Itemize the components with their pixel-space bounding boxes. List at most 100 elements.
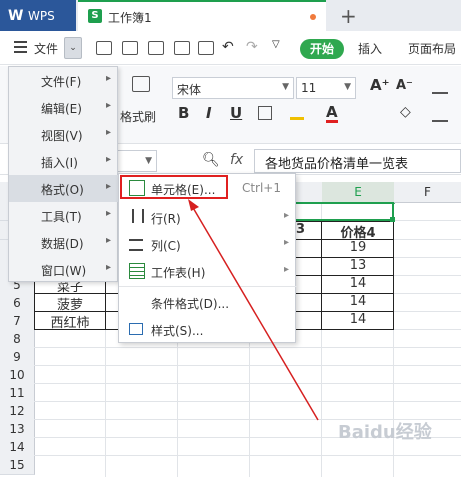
shortcut-label: Ctrl+1 <box>241 181 281 195</box>
align-middle-icon[interactable] <box>432 108 448 122</box>
font-size-value: 11 <box>301 81 317 95</box>
formula-content: 各地货品价格清单一览表 <box>265 157 409 172</box>
row-header[interactable]: 10 <box>0 366 35 385</box>
file-dropdown-button[interactable]: ⌄ <box>64 37 82 59</box>
chevron-right-icon: ▸ <box>105 154 111 165</box>
gridline <box>34 455 461 456</box>
export-pdf-icon[interactable] <box>148 41 164 55</box>
cell-a6[interactable]: 菠萝 <box>34 294 106 313</box>
menu-item-window[interactable]: 窗口(W) ▸ <box>9 256 119 283</box>
decrease-font-icon[interactable]: A⁻ <box>396 78 413 93</box>
open-folder-icon[interactable] <box>96 41 112 55</box>
customize-toolbar-icon[interactable]: ▽ <box>272 39 280 50</box>
clear-format-icon[interactable]: ◇ <box>400 104 411 120</box>
chevron-right-icon: ▸ <box>105 262 111 273</box>
cell-e5[interactable]: 13 <box>322 258 394 273</box>
row-header[interactable]: 12 <box>0 402 35 421</box>
menu-item-tools[interactable]: 工具(T) ▸ <box>9 202 119 229</box>
submenu-item-conditional-format[interactable]: 条件格式(D)... <box>119 288 297 315</box>
redo-icon[interactable]: ↷ <box>246 39 258 55</box>
submenu-item-style[interactable]: 样式(S)... <box>119 315 297 342</box>
column-header-f[interactable]: F <box>394 182 461 203</box>
menu-item-file[interactable]: 文件(F) ▸ <box>9 67 119 94</box>
menu-item-edit[interactable]: 编辑(E) ▸ <box>9 94 119 121</box>
cell-e7[interactable]: 14 <box>322 294 394 309</box>
function-icon[interactable]: fx <box>230 152 243 168</box>
unsaved-dot-icon <box>310 14 316 20</box>
submenu-item-label: 工作表(H) <box>151 266 206 280</box>
align-top-icon[interactable] <box>432 80 448 94</box>
row-header[interactable]: 15 <box>0 456 35 475</box>
menu-bar: 文件 ⌄ ↶ ↷ ▽ 开始 插入 页面布局 <box>0 31 461 65</box>
document-tab[interactable]: S 工作簿1 <box>78 0 326 31</box>
row-header[interactable]: 11 <box>0 384 35 403</box>
worksheet-icon <box>129 263 145 279</box>
row-header[interactable]: 6 <box>0 294 35 313</box>
menu-item-view[interactable]: 视图(V) ▸ <box>9 121 119 148</box>
menu-item-label: 文件(F) <box>41 75 82 89</box>
menu-item-label: 视图(V) <box>41 129 83 143</box>
submenu-item-label: 样式(S)... <box>151 324 204 338</box>
formula-input[interactable]: 各地货品价格清单一览表 <box>254 149 461 173</box>
print-preview-icon[interactable] <box>198 41 214 55</box>
tab-insert[interactable]: 插入 <box>358 40 382 57</box>
submenu-item-row[interactable]: 行(R) ▸ <box>119 203 297 230</box>
chevron-right-icon: ▸ <box>105 208 111 219</box>
gridline <box>34 365 461 366</box>
wps-home-tab[interactable]: W WPS <box>0 0 76 31</box>
chevron-down-icon: ▼ <box>282 82 289 92</box>
document-title: 工作簿1 <box>108 11 152 25</box>
row-header[interactable]: 9 <box>0 348 35 367</box>
file-menu[interactable]: 文件 <box>34 40 58 57</box>
column-header-e[interactable]: E <box>322 182 395 204</box>
row-header[interactable]: 14 <box>0 438 35 457</box>
cell-e8[interactable]: 14 <box>322 312 394 327</box>
new-tab-button[interactable]: + <box>340 4 357 28</box>
increase-font-icon[interactable]: A⁺ <box>370 76 390 94</box>
font-name-select[interactable]: 宋体 ▼ <box>172 77 294 99</box>
menu-item-format[interactable]: 格式(O) ▸ <box>9 175 119 202</box>
chevron-right-icon: ▸ <box>283 264 289 275</box>
wps-logo-icon: W <box>8 8 24 24</box>
submenu-item-column[interactable]: 列(C) ▸ <box>119 230 297 257</box>
save-icon[interactable] <box>122 41 138 55</box>
tab-page-layout[interactable]: 页面布局 <box>408 40 456 57</box>
cell-e4[interactable]: 19 <box>322 240 394 255</box>
cell-e6[interactable]: 14 <box>322 276 394 291</box>
cell-a7[interactable]: 西红柿 <box>34 312 106 331</box>
font-name-value: 宋体 <box>177 83 202 97</box>
italic-button[interactable]: I <box>206 104 212 122</box>
gridline <box>34 347 461 348</box>
hamburger-menu-icon[interactable] <box>14 41 27 56</box>
wps-label: WPS <box>28 9 55 23</box>
font-size-select[interactable]: 11 ▼ <box>296 77 356 99</box>
submenu-item-worksheet[interactable]: 工作表(H) ▸ <box>119 257 297 284</box>
fill-handle[interactable] <box>390 217 395 222</box>
cell-d3-partial[interactable]: 3 <box>296 222 305 237</box>
undo-icon[interactable]: ↶ <box>222 39 234 55</box>
fill-color-icon[interactable] <box>290 106 304 120</box>
zoom-search-icon[interactable]: 🔍︎ <box>202 152 220 168</box>
format-painter-icon[interactable] <box>132 76 150 92</box>
menu-item-insert[interactable]: 插入(I) ▸ <box>9 148 119 175</box>
underline-button[interactable]: U <box>230 104 242 122</box>
print-icon[interactable] <box>174 41 190 55</box>
watermark-text: Baidu经验 <box>338 422 432 443</box>
row-header[interactable]: 13 <box>0 420 35 439</box>
row-header[interactable]: 7 <box>0 312 35 331</box>
cell-e3[interactable]: 价格4 <box>322 222 394 241</box>
border-icon[interactable] <box>258 106 272 120</box>
column-icon <box>129 239 143 251</box>
gridline <box>34 383 461 384</box>
menu-item-label: 插入(I) <box>41 156 78 170</box>
menu-item-data[interactable]: 数据(D) ▸ <box>9 229 119 256</box>
tab-start[interactable]: 开始 <box>300 39 344 59</box>
bold-button[interactable]: B <box>178 104 189 122</box>
row-icon <box>132 209 144 223</box>
font-color-icon[interactable]: A <box>326 104 338 123</box>
row-header[interactable]: 8 <box>0 330 35 349</box>
chevron-right-icon: ▸ <box>105 235 111 246</box>
menu-divider <box>119 286 297 287</box>
menu-item-label: 数据(D) <box>41 237 84 251</box>
format-painter-label[interactable]: 格式刷 <box>120 108 156 125</box>
